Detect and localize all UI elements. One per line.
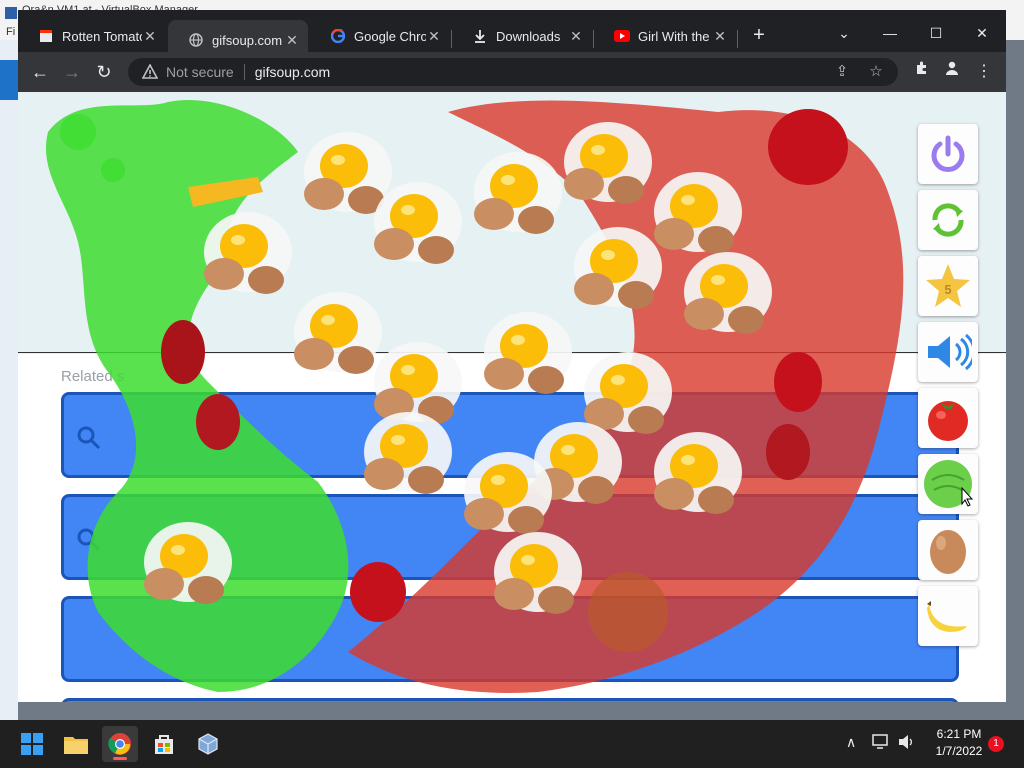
refresh-icon [932,203,964,237]
globe-icon [188,32,204,48]
tab-label: Google Chrome [354,28,426,44]
forward-arrow-icon[interactable]: → [60,60,84,84]
network-icon[interactable] [872,734,890,753]
banana-icon [927,601,967,632]
store-button[interactable] [146,726,182,762]
security-label[interactable]: Not secure [166,64,234,80]
star-icon: 5 [926,264,970,307]
close-icon[interactable]: ✕ [568,28,584,45]
new-tab-button[interactable]: + [748,25,770,47]
star-button[interactable]: 5 [918,256,978,316]
power-icon [931,135,965,172]
close-icon[interactable]: ✕ [284,32,300,49]
star-value: 5 [944,282,951,297]
tab-google-chrome[interactable]: Google Chrome ✕ [310,20,450,52]
related-search-bar[interactable] [61,392,959,478]
virtualbox-icon [198,733,218,755]
share-icon[interactable]: ⇪ [832,62,852,82]
virtualbox-taskbar-button[interactable] [190,726,226,762]
related-search-bar[interactable] [61,494,959,580]
url-text[interactable]: gifsoup.com [255,64,330,80]
related-search-bar[interactable] [61,698,959,702]
system-clock[interactable]: 6:21 PM 1/7/2022 [924,726,994,760]
start-button[interactable] [14,726,50,762]
chrome-window: Rotten Tomatoes ✕ gifsoup.com ✕ Google C… [18,10,1006,702]
file-explorer-button[interactable] [58,726,94,762]
clock-time: 6:21 PM [936,727,982,741]
clapperboard-icon [38,28,54,44]
page-header-area [18,92,1006,354]
windows-logo-icon [21,733,43,755]
browser-toolbar: ← → ↻ Not secure gifsoup.com ⇪ ☆ ⋮ [18,52,1006,92]
tomato-icon [928,401,968,441]
speaker-icon [928,333,972,371]
clock-date: 1/7/2022 [935,744,983,758]
close-window-button[interactable]: ✕ [962,18,1002,48]
address-bar[interactable]: Not secure gifsoup.com ⇪ ☆ [128,58,898,86]
tab-search-chevron-icon[interactable]: ⌄ [824,18,864,48]
banana-button[interactable] [918,586,978,646]
chrome-icon [108,733,131,755]
folder-icon [64,737,88,754]
chrome-taskbar-button[interactable] [102,726,138,762]
related-search-bar[interactable]: › [61,596,959,682]
related-searches-label: Related s [61,368,125,385]
cabbage-button[interactable] [918,454,978,514]
tab-rotten-tomatoes[interactable]: Rotten Tomatoes ✕ [18,20,166,52]
tomato-button[interactable] [918,388,978,448]
bookmark-star-icon[interactable]: ☆ [866,62,886,82]
sound-button[interactable] [918,322,978,382]
tab-label: Downloads [496,28,561,44]
minimize-button[interactable]: — [870,18,910,48]
warning-icon[interactable] [142,64,158,80]
profile-icon[interactable] [940,60,964,84]
google-icon [330,28,346,44]
back-arrow-icon[interactable]: ← [28,60,52,84]
virtualbox-icon [5,7,17,19]
desktop-edge [0,40,18,720]
page-viewport: Related s › [18,92,1006,702]
windows-taskbar: ∧ 6:21 PM 1/7/2022 1 [0,720,1024,768]
power-button[interactable] [918,124,978,184]
close-icon[interactable]: ✕ [142,28,158,45]
search-icon [77,426,101,450]
tab-youtube[interactable]: Girl With the ni ✕ [594,20,736,52]
tab-downloads[interactable]: Downloads ✕ [452,20,592,52]
refresh-button[interactable] [918,190,978,250]
show-hidden-icons-chevron-icon[interactable]: ∧ [846,734,856,751]
reload-icon[interactable]: ↻ [92,60,116,84]
volume-icon[interactable] [898,734,916,753]
tab-label: Rotten Tomatoes [62,28,142,44]
youtube-icon [614,28,630,44]
store-bag-icon [155,735,173,754]
search-icon [77,528,101,552]
close-icon[interactable]: ✕ [712,28,728,45]
egg-icon [930,530,966,574]
virtualbox-menu[interactable]: Fi [6,26,15,38]
tab-label: Girl With the ni [638,28,712,44]
tab-label: gifsoup.com [212,32,283,48]
close-icon[interactable]: ✕ [426,28,442,45]
extensions-puzzle-icon[interactable] [910,60,934,84]
notification-badge[interactable]: 1 [988,736,1004,752]
menu-kebab-icon[interactable]: ⋮ [972,60,996,84]
egg-button[interactable] [918,520,978,580]
cabbage-icon [924,460,974,508]
maximize-button[interactable]: ☐ [916,18,956,48]
download-icon [472,28,488,44]
